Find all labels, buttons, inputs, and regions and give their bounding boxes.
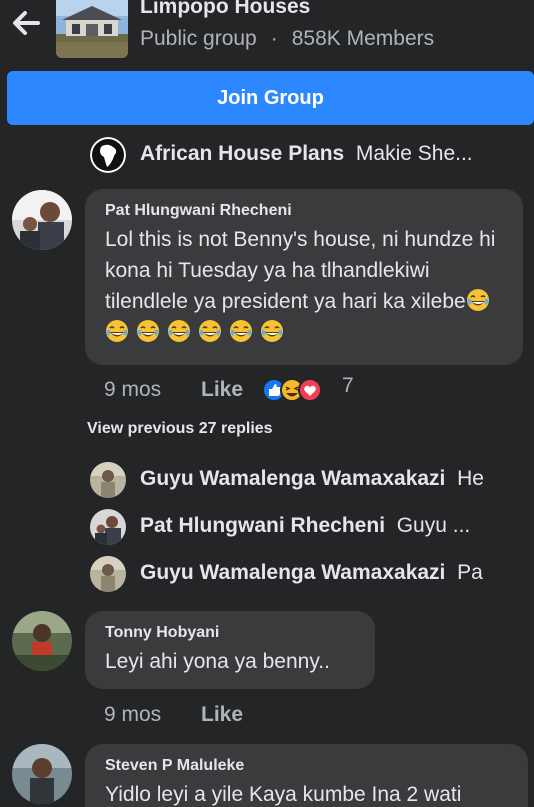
arrow-left-icon	[13, 11, 40, 35]
face-with-tears-of-joy-icon	[168, 320, 190, 342]
reply-author-name[interactable]: Pat Hlungwani Rhecheni	[140, 514, 385, 537]
avatar[interactable]	[12, 611, 72, 671]
reply-snippet: Guyu ...	[396, 514, 471, 537]
comment-author[interactable]: Steven P Maluleke	[105, 757, 508, 775]
group-meta: Public group · 858K Members	[140, 27, 434, 51]
reply-snippet: Pa	[457, 561, 483, 584]
comment-timestamp[interactable]: 9 mos	[104, 378, 161, 402]
comment-body: Lol this is not Benny's house, ni hundze…	[105, 228, 496, 313]
face-with-tears-of-joy-icon	[199, 320, 221, 342]
like-button[interactable]: Like	[201, 378, 243, 402]
face-with-tears-of-joy-icon	[106, 320, 128, 342]
reply-author-name[interactable]: African House Plans	[140, 142, 344, 165]
comment-author[interactable]: Tonny Hobyani	[105, 624, 355, 642]
reaction-count[interactable]: 7	[342, 374, 354, 398]
reply-author[interactable]: Guyu Wamalenga Wamaxakazi Pa	[140, 561, 483, 585]
meta-separator: ·	[270, 27, 278, 50]
reaction-summary[interactable]	[262, 376, 332, 404]
avatar[interactable]	[90, 462, 126, 498]
face-with-tears-of-joy-icon	[137, 320, 159, 342]
love-reaction-icon	[298, 378, 322, 402]
back-button[interactable]	[10, 8, 42, 38]
reply-author-name[interactable]: Guyu Wamalenga Wamaxakazi	[140, 561, 445, 584]
avatar[interactable]	[90, 556, 126, 592]
reply-author-name[interactable]: Guyu Wamalenga Wamaxakazi	[140, 467, 445, 490]
avatar[interactable]	[90, 509, 126, 545]
reply-preview-row[interactable]: Guyu Wamalenga Wamaxakazi Pa	[90, 556, 534, 594]
reply-preview-row[interactable]: Pat Hlungwani Rhecheni Guyu ...	[90, 509, 534, 547]
reply-author[interactable]: Guyu Wamalenga Wamaxakazi He	[140, 467, 484, 491]
like-button[interactable]: Like	[201, 703, 243, 727]
reply-author[interactable]: Pat Hlungwani Rhecheni Guyu ...	[140, 514, 470, 538]
avatar[interactable]	[90, 137, 126, 173]
comment-bubble[interactable]: Pat Hlungwani Rhecheni Lol this is not B…	[85, 189, 523, 365]
avatar[interactable]	[12, 744, 72, 804]
comment-meta: 9 mos Like 7	[104, 374, 404, 406]
comment-text: Lol this is not Benny's house, ni hundze…	[105, 224, 503, 348]
group-post-comments-screen: Limpopo Houses Public group · 858K Members…	[0, 0, 534, 807]
face-with-tears-of-joy-icon	[230, 320, 252, 342]
join-group-button[interactable]: Join Group	[7, 71, 534, 125]
comment-meta: 9 mos Like	[104, 701, 304, 731]
group-name[interactable]: Limpopo Houses	[140, 0, 310, 19]
comment-text: Leyi ahi yona ya benny..	[105, 650, 330, 673]
reply-author[interactable]: African House Plans Makie She...	[140, 142, 473, 166]
reply-preview-row[interactable]: African House Plans Makie She...	[90, 137, 534, 175]
group-cover-image[interactable]	[56, 0, 128, 58]
reply-preview-row[interactable]: Guyu Wamalenga Wamaxakazi He	[90, 462, 534, 500]
comment-author[interactable]: Pat Hlungwani Rhecheni	[105, 202, 503, 220]
group-privacy: Public group	[140, 27, 257, 50]
view-previous-replies[interactable]: View previous 27 replies	[87, 420, 273, 438]
comment-timestamp[interactable]: 9 mos	[104, 703, 161, 727]
face-with-tears-of-joy-icon	[466, 289, 489, 311]
comment-bubble[interactable]: Steven P Maluleke Yidlo leyi a yile Kaya…	[85, 744, 528, 807]
face-with-tears-of-joy-icon	[261, 320, 283, 342]
comment-bubble[interactable]: Tonny Hobyani Leyi ahi yona ya benny..	[85, 611, 375, 689]
avatar[interactable]	[12, 190, 72, 250]
group-member-count[interactable]: 858K Members	[292, 27, 434, 50]
reply-snippet: Makie She...	[355, 142, 473, 165]
reply-snippet: He	[457, 467, 484, 490]
group-header: Limpopo Houses Public group · 858K Members	[0, 0, 534, 62]
comment-text: Yidlo leyi a yile Kaya kumbe Ina 2 wati	[105, 783, 462, 806]
